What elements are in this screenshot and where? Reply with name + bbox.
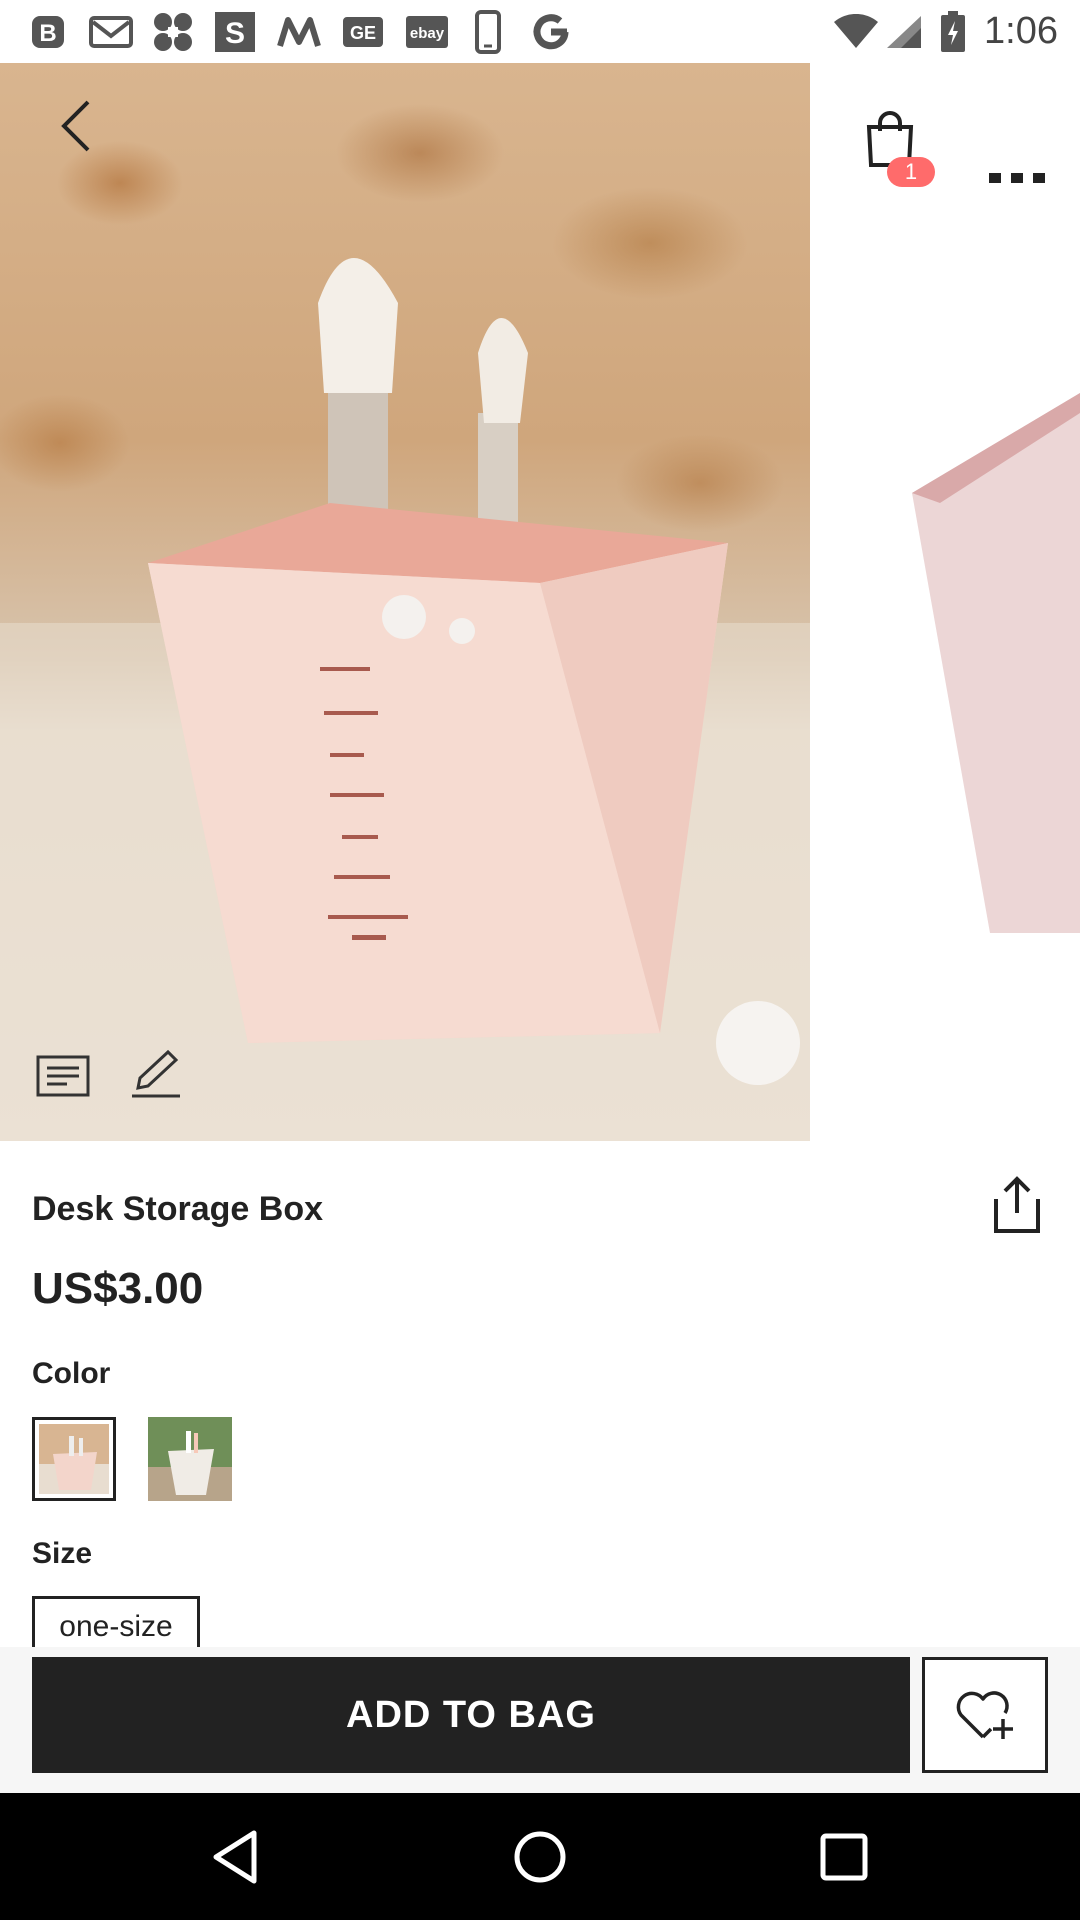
review-button[interactable] [128,1045,184,1103]
s-icon: S [212,12,258,52]
color-swatch-white[interactable] [148,1417,232,1501]
product-title: Desk Storage Box [32,1190,323,1228]
nav-recents-button[interactable] [810,1823,878,1891]
heart-plus-icon [956,1691,1013,1739]
swatch-thumbnail [148,1417,232,1501]
add-to-wishlist-button[interactable] [922,1657,1048,1773]
ge-icon: GE [340,12,386,52]
circle-home-icon [514,1831,566,1883]
ebay-icon: ebay [404,12,450,52]
product-image[interactable] [0,63,810,1141]
phone-icon [470,10,506,54]
svg-text:B: B [39,20,56,47]
signal-icon [884,12,924,52]
color-swatch-pink[interactable] [32,1417,116,1501]
product-price: US$3.00 [32,1264,204,1313]
next-product-image[interactable] [810,63,1080,1141]
more-horizontal-icon [989,173,1045,183]
gmail-icon [88,12,134,52]
status-time: 1:06 [984,10,1058,52]
system-nav-bar [0,1793,1080,1920]
chevron-left-icon [61,100,90,152]
more-options-button[interactable] [984,163,1050,193]
size-label: Size [32,1537,93,1570]
svg-text:S: S [225,17,245,50]
square-recents-icon [820,1833,868,1881]
battery-icon [938,11,968,52]
share-icon [994,1176,1040,1233]
swatch-thumbnail [39,1424,109,1494]
nav-home-button[interactable] [506,1823,574,1891]
triangle-back-icon [213,1830,257,1884]
nav-back-button[interactable] [202,1823,270,1891]
google-icon [528,12,574,52]
add-to-bag-button[interactable]: ADD TO BAG [32,1657,910,1773]
cart-count-badge: 1 [887,157,935,187]
svg-text:GE: GE [350,23,376,43]
back-button[interactable] [48,93,104,159]
size-option-one-size[interactable]: one-size [32,1596,200,1648]
status-bar: B S GE ebay 1:06 [0,0,1080,63]
color-label: Color [32,1357,111,1390]
bottom-action-bar: ADD TO BAG [0,1647,1080,1793]
b-icon: B [28,12,68,52]
product-image-gallery[interactable]: 1 [0,63,1080,1141]
pencil-icon [132,1049,180,1098]
description-button[interactable] [32,1049,94,1103]
m-icon [276,12,322,52]
app-icon [150,12,196,52]
share-button[interactable] [988,1172,1046,1238]
svg-text:ebay: ebay [410,25,445,42]
notes-icon [36,1055,90,1097]
wifi-icon [832,12,880,52]
